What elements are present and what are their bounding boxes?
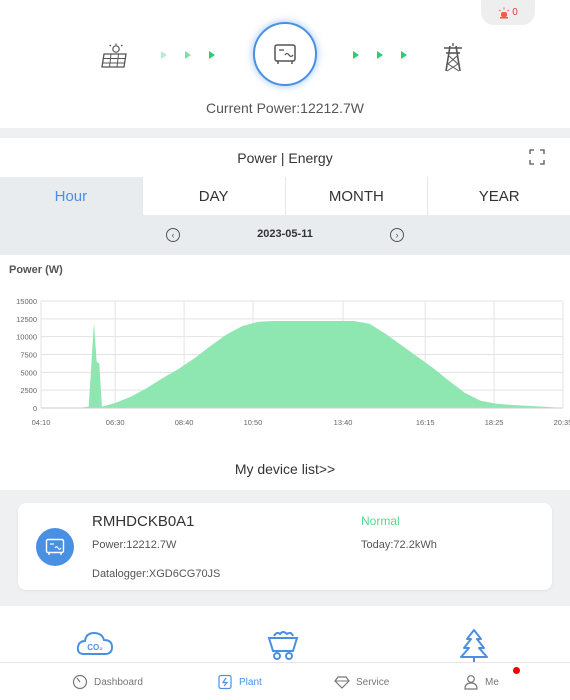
dashboard-icon — [72, 674, 88, 690]
flow-arrow-icon — [353, 51, 359, 59]
notification-dot — [513, 667, 520, 674]
power-area-series — [41, 321, 563, 408]
chevron-right-icon: › — [395, 229, 399, 240]
period-tabs: Hour DAY MONTH YEAR — [0, 177, 570, 215]
x-tick-label: 04:10 — [32, 418, 51, 427]
expand-icon[interactable] — [529, 149, 545, 165]
nav-dashboard-label: Dashboard — [94, 676, 143, 688]
co2-cloud-icon: CO₂ — [76, 631, 114, 655]
service-icon — [334, 676, 350, 689]
environmental-benefits: CO₂ — [0, 606, 570, 666]
date-selector: ‹ 2023-05-11 › — [0, 215, 570, 255]
coal-cart-icon — [267, 631, 299, 660]
nav-plant[interactable]: Plant — [217, 663, 262, 700]
x-tick-label: 10:50 — [244, 418, 263, 427]
svg-text:CO₂: CO₂ — [87, 643, 103, 652]
y-tick-label: 10000 — [16, 333, 37, 342]
x-tick-label: 06:30 — [106, 418, 125, 427]
tab-hour[interactable]: Hour — [0, 177, 142, 215]
device-card[interactable]: RMHDCKB0A1 Normal Power:12212.7W Today:7… — [18, 503, 552, 590]
tree-icon — [460, 629, 488, 663]
x-tick-label: 18:25 — [485, 418, 504, 427]
flow-arrow-icon — [185, 51, 191, 59]
tab-month[interactable]: MONTH — [284, 177, 428, 215]
device-status: Normal — [361, 514, 400, 528]
x-tick-label: 08:40 — [175, 418, 194, 427]
card-title: Power | Energy — [237, 150, 333, 166]
device-power: Power:12212.7W — [92, 539, 177, 551]
flow-arrow-icon — [161, 51, 167, 59]
device-datalogger: Datalogger:XGD6CG70JS — [92, 568, 221, 580]
x-tick-label: 16:15 — [416, 418, 435, 427]
power-chart: 15000 12500 10000 7500 5000 2500 0 04:10 06:30 08… — [16, 297, 570, 427]
bottom-navigation: Dashboard Plant Service Me — [0, 662, 570, 700]
solar-panel-icon — [101, 43, 127, 68]
x-tick-label: 13:40 — [334, 418, 353, 427]
flow-arrow-icon — [209, 51, 215, 59]
flow-diagram — [0, 20, 570, 92]
tab-day[interactable]: DAY — [141, 177, 285, 215]
y-tick-label: 0 — [33, 404, 37, 413]
x-tick-label: 20:35 — [554, 418, 570, 427]
nav-service-label: Service — [356, 676, 390, 688]
plant-icon — [218, 674, 232, 690]
current-power-text: Current Power:12212.7W — [206, 100, 364, 116]
power-pylon-icon — [444, 43, 462, 72]
nav-service[interactable]: Service — [334, 663, 389, 700]
device-today-energy: Today:72.2kWh — [361, 539, 437, 551]
inverter-icon — [274, 44, 296, 64]
y-tick-label: 12500 — [16, 315, 37, 324]
y-tick-label: 15000 — [16, 297, 37, 306]
nav-me-label: Me — [485, 676, 499, 688]
y-tick-label: 2500 — [20, 386, 37, 395]
device-list-link[interactable]: My device list>> — [0, 461, 570, 477]
nav-me[interactable]: Me — [463, 663, 499, 700]
flow-arrow-icon — [377, 51, 383, 59]
y-tick-label: 7500 — [20, 351, 37, 360]
device-name: RMHDCKB0A1 — [92, 513, 195, 530]
next-date-button[interactable]: › — [390, 228, 404, 242]
tab-year[interactable]: YEAR — [427, 177, 570, 215]
energy-flow-panel: 0 Current Power:12212.7W — [0, 0, 570, 128]
inverter-icon — [45, 538, 65, 555]
user-icon — [464, 675, 478, 690]
nav-dashboard[interactable]: Dashboard — [72, 663, 143, 700]
nav-plant-label: Plant — [239, 676, 262, 688]
flow-arrow-icon — [401, 51, 407, 59]
chart-y-label: Power (W) — [9, 264, 63, 276]
inverter-node[interactable] — [253, 22, 317, 86]
y-tick-label: 5000 — [20, 368, 37, 377]
selected-date[interactable]: 2023-05-11 — [0, 228, 570, 240]
alarm-light-icon — [498, 7, 510, 18]
device-icon-circle — [36, 528, 74, 566]
alarm-count: 0 — [512, 7, 518, 18]
